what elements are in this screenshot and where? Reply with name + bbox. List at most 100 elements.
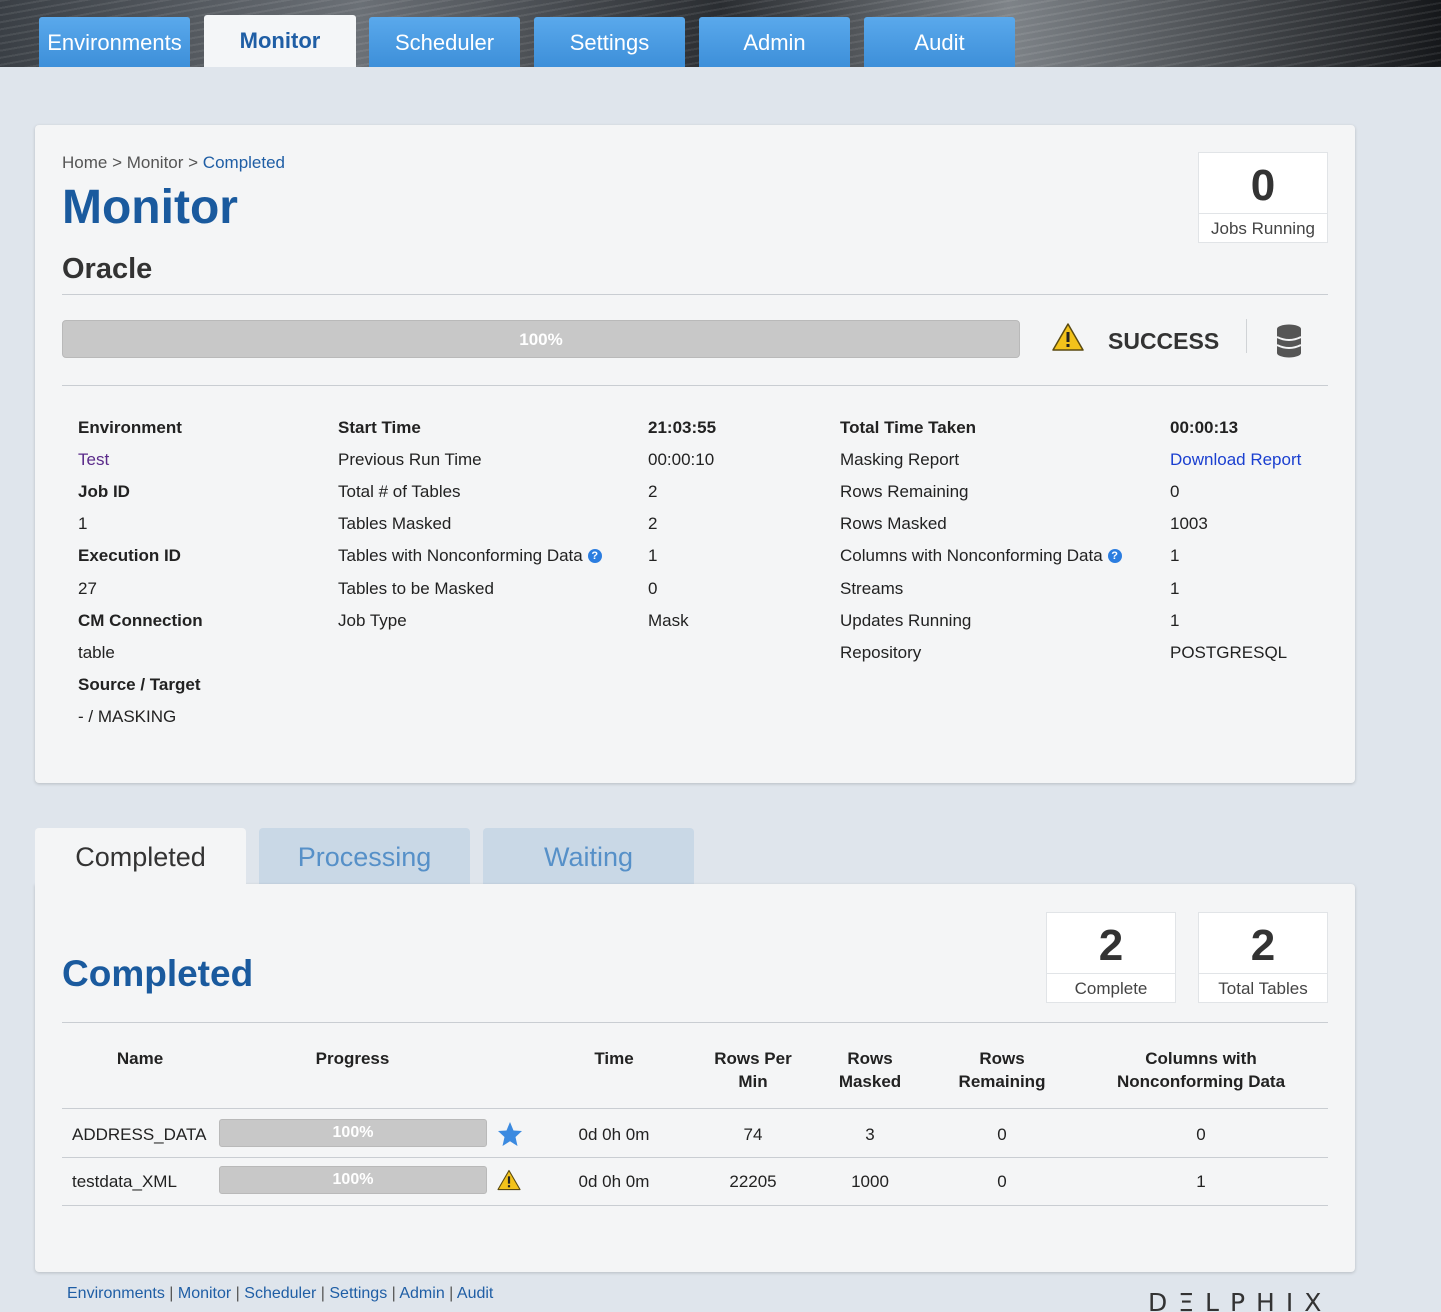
total-time-value: 00:00:13 (1170, 418, 1239, 437)
start-time-label: Start Time (338, 418, 421, 437)
source-target-label: Source / Target (78, 675, 201, 694)
delphix-logo: DΞLPHIX (1148, 1288, 1333, 1312)
tab-scheduler[interactable]: Scheduler (369, 17, 520, 67)
warning-icon (497, 1169, 521, 1191)
row-name: testdata_XML (72, 1172, 177, 1191)
footer-link-scheduler[interactable]: Scheduler (244, 1285, 316, 1302)
header-line: Remaining (958, 1072, 1046, 1091)
total-tables-count: 2 (1250, 921, 1276, 970)
columns-nonconforming-label: Columns with Nonconforming Data? (840, 546, 1122, 566)
total-tables-count-label: Total Tables (1199, 973, 1327, 1004)
row-progress-bar: 100% (219, 1119, 487, 1147)
footer-link-settings[interactable]: Settings (329, 1285, 387, 1302)
footer-link-monitor[interactable]: Monitor (178, 1285, 231, 1302)
footer-links: Environments | Monitor | Scheduler | Set… (67, 1285, 493, 1303)
tables-masked-value: 2 (648, 514, 658, 533)
divider (62, 385, 1328, 386)
footer-separator: | (164, 1285, 178, 1302)
footer-separator: | (231, 1285, 245, 1302)
total-tables-label: Total # of Tables (338, 482, 461, 501)
breadcrumb-home[interactable]: Home (62, 153, 107, 172)
tables-to-be-masked-label: Tables to be Masked (338, 579, 494, 598)
column-header-name: Name (116, 1049, 164, 1068)
separator (1246, 319, 1247, 353)
total-tables-value: 2 (648, 482, 658, 501)
column-header-rows-per-min: Rows Per Min (698, 1047, 808, 1093)
breadcrumb-separator: > (183, 153, 203, 172)
breadcrumb-monitor[interactable]: Monitor (127, 153, 184, 172)
rows-remaining-label: Rows Remaining (840, 482, 969, 501)
execution-id-value: 27 (78, 579, 97, 598)
tab-monitor[interactable]: Monitor (204, 15, 356, 67)
total-tables-box: 2 Total Tables (1198, 912, 1328, 1003)
complete-count: 2 (1098, 921, 1124, 970)
tables-nonconforming-value: 1 (648, 546, 658, 565)
complete-count-box: 2 Complete (1046, 912, 1176, 1003)
column-header-rows-masked: Rows Masked (820, 1047, 920, 1093)
jobs-running-count: 0 (1250, 161, 1276, 210)
divider (62, 1108, 1328, 1109)
divider (62, 1157, 1328, 1158)
start-time-value: 21:03:55 (648, 418, 717, 437)
breadcrumb-separator: > (107, 153, 127, 172)
updates-running-value: 1 (1170, 611, 1180, 630)
environment-value[interactable]: Test (78, 450, 109, 470)
tab-settings[interactable]: Settings (534, 17, 685, 67)
job-status: SUCCESS (1108, 328, 1220, 354)
job-id-label: Job ID (78, 482, 130, 501)
page-title: Monitor (62, 181, 238, 234)
jobs-running-box: 0 Jobs Running (1198, 152, 1328, 243)
streams-label: Streams (840, 579, 904, 598)
row-rows-masked: 1000 (851, 1172, 889, 1191)
download-report-link[interactable]: Download Report (1170, 450, 1301, 470)
footer-link-audit[interactable]: Audit (457, 1285, 493, 1302)
tab-processing[interactable]: Processing (259, 828, 470, 885)
tab-completed[interactable]: Completed (35, 828, 246, 888)
execution-id-label: Execution ID (78, 546, 181, 565)
repository-value: POSTGRESQL (1170, 643, 1288, 662)
footer-link-admin[interactable]: Admin (399, 1285, 444, 1302)
total-time-label: Total Time Taken (840, 418, 977, 437)
divider (62, 294, 1328, 295)
complete-count-label: Complete (1047, 973, 1175, 1004)
row-rows-remaining: 0 (997, 1125, 1007, 1144)
row-rows-per-min: 74 (743, 1125, 763, 1144)
masking-report-label: Masking Report (840, 450, 960, 469)
columns-nonconforming-value: 1 (1170, 546, 1180, 565)
streams-value: 1 (1170, 579, 1180, 598)
divider (62, 1205, 1328, 1206)
star-icon (498, 1122, 522, 1146)
tab-environments[interactable]: Environments (39, 17, 190, 67)
job-type-value: Mask (648, 611, 689, 630)
jobs-running-label: Jobs Running (1199, 213, 1327, 244)
tables-nonconforming-text: Tables with Nonconforming Data (338, 546, 583, 565)
help-icon[interactable]: ? (587, 549, 602, 563)
row-rows-remaining: 0 (997, 1172, 1007, 1191)
footer-link-environments[interactable]: Environments (67, 1285, 165, 1302)
row-name: ADDRESS_DATA (72, 1125, 207, 1144)
header-line: Min (738, 1072, 768, 1091)
column-header-nonconforming: Columns with Nonconforming Data (1090, 1047, 1312, 1093)
footer-separator: | (387, 1285, 400, 1302)
footer-separator: | (316, 1285, 330, 1302)
tab-audit[interactable]: Audit (864, 17, 1015, 67)
rows-remaining-value: 0 (1170, 482, 1180, 501)
row-rows-masked: 3 (865, 1125, 875, 1144)
row-nonconforming: 1 (1196, 1172, 1206, 1191)
column-header-time: Time (594, 1049, 634, 1068)
database-icon[interactable] (1276, 324, 1302, 358)
row-rows-per-min: 22205 (729, 1172, 777, 1191)
source-target-value: - / MASKING (78, 707, 177, 726)
updates-running-label: Updates Running (840, 611, 972, 630)
header-line: Columns with (1145, 1049, 1257, 1068)
header-line: Rows Per (714, 1049, 792, 1068)
job-name: Oracle (62, 253, 153, 285)
previous-run-time-value: 00:00:10 (648, 450, 715, 469)
help-icon[interactable]: ? (1107, 549, 1122, 563)
row-nonconforming: 0 (1196, 1125, 1206, 1144)
tab-waiting[interactable]: Waiting (483, 828, 694, 885)
header-line: Rows (847, 1049, 893, 1068)
row-time: 0d 0h 0m (578, 1172, 650, 1191)
tab-admin[interactable]: Admin (699, 17, 850, 67)
breadcrumb-current[interactable]: Completed (203, 153, 285, 172)
